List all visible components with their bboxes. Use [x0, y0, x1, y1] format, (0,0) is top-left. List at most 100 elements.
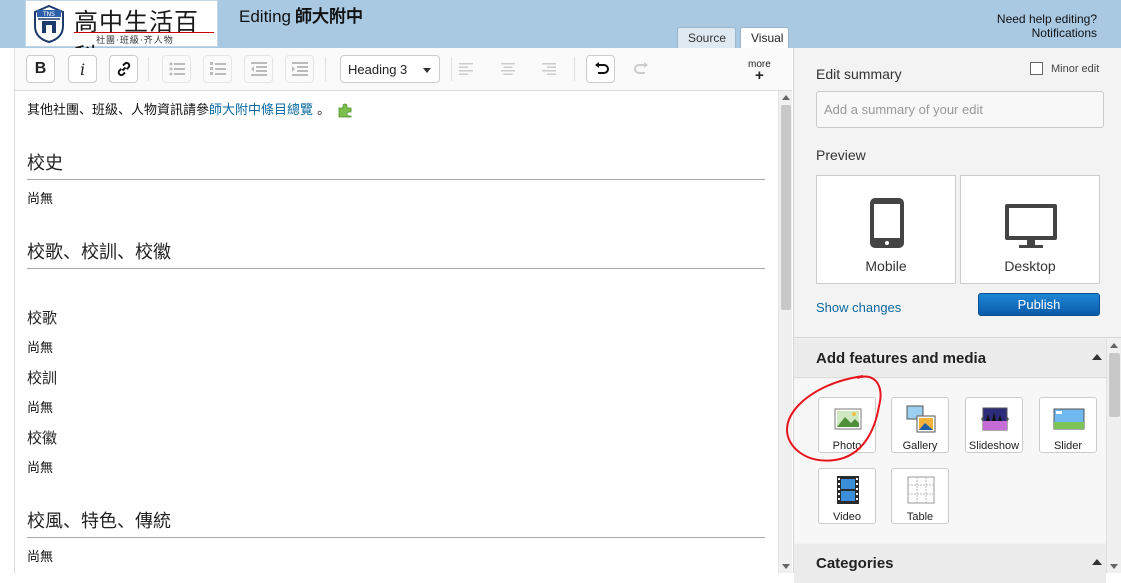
gallery-icon [906, 405, 936, 433]
video-label: Video [833, 511, 861, 523]
section-heading: 校史 [27, 149, 765, 180]
school-crest-icon: TNS [34, 4, 64, 44]
edit-sidebar: Edit summary Minor edit Add a summary of… [793, 48, 1121, 583]
redo-icon [633, 62, 648, 74]
collapse-icon[interactable] [1092, 354, 1102, 360]
slideshow-label: Slideshow [968, 440, 1020, 452]
help-editing-link[interactable]: Need help editing? [997, 12, 1097, 26]
svg-text:TNS: TNS [42, 11, 55, 18]
intro-text: 其他社團、班級、人物資訊請參 [27, 103, 210, 118]
minor-edit-checkbox[interactable] [1030, 62, 1043, 75]
features-media-title: Add features and media [816, 350, 987, 367]
link-button[interactable] [109, 55, 138, 83]
bold-label: B [34, 60, 47, 77]
help-links: Need help editing? Notifications [997, 12, 1097, 40]
bullet-list-icon [169, 62, 185, 76]
subsection-heading: 校歌 [27, 309, 58, 327]
subsection-text: 尚無 [27, 341, 54, 356]
section-heading: 校風、特色、傳統 [27, 507, 765, 538]
align-right-button[interactable] [534, 55, 563, 83]
sidebar-scrollbar[interactable] [1106, 339, 1121, 573]
italic-button[interactable]: i [68, 55, 97, 83]
show-changes-link[interactable]: Show changes [816, 300, 901, 315]
align-left-icon [458, 63, 473, 75]
collapse-icon[interactable] [1092, 559, 1102, 565]
scroll-down-icon[interactable] [782, 564, 790, 569]
undo-icon [594, 62, 609, 74]
section-text: 尚無 [27, 192, 54, 207]
subsection-text: 尚無 [27, 461, 54, 476]
logo-tagline: 社團·班級·齐人物 [96, 36, 174, 46]
subsection-heading: 校徽 [27, 429, 58, 447]
preview-label: Preview [816, 147, 866, 163]
outdent-button[interactable] [244, 55, 273, 83]
editing-prefix: Editing [239, 7, 291, 26]
editor-toolbar: B i Heading 3 more + [15, 48, 792, 91]
link-icon [117, 61, 130, 77]
overview-link[interactable]: 師大附中條目總覽 [209, 103, 313, 118]
numbered-list-icon [209, 62, 226, 75]
section-text: 尚無 [27, 550, 54, 565]
preview-desktop-button[interactable]: Desktop [960, 175, 1100, 284]
scrollbar-thumb[interactable] [781, 105, 791, 310]
numbered-list-button[interactable] [203, 55, 232, 83]
table-icon [907, 476, 935, 504]
desktop-icon [1005, 204, 1057, 248]
table-button[interactable]: Table [891, 468, 949, 524]
plus-icon: + [755, 67, 764, 84]
editor-panel: B i Heading 3 more + 其他社團、班級、人物資訊請參師大附中條… [14, 48, 792, 573]
align-right-icon [541, 63, 556, 75]
scroll-down-icon[interactable] [1110, 564, 1118, 569]
notifications-link[interactable]: Notifications [997, 26, 1097, 40]
sidebar-divider [794, 337, 1121, 338]
gallery-label: Gallery [902, 440, 938, 452]
slideshow-button[interactable]: Slideshow [965, 397, 1023, 453]
editing-title: Editing 師大附中 [239, 2, 363, 27]
toolbar-separator [148, 57, 149, 81]
scrollbar-thumb[interactable] [1109, 353, 1120, 417]
photo-button[interactable]: Photo [818, 397, 876, 453]
slider-button[interactable]: Slider [1039, 397, 1097, 453]
slider-icon [1053, 408, 1085, 430]
editor-scrollbar[interactable] [778, 91, 792, 573]
preview-mobile-button[interactable]: Mobile [816, 175, 956, 284]
scroll-up-icon[interactable] [782, 95, 790, 100]
page-name: 師大附中 [294, 7, 363, 27]
toolbar-separator [325, 57, 326, 81]
video-button[interactable]: Video [818, 468, 876, 524]
align-center-button[interactable] [493, 55, 522, 83]
toolbar-separator [574, 57, 575, 81]
undo-button[interactable] [586, 55, 615, 83]
gallery-button[interactable]: Gallery [891, 397, 949, 453]
publish-button[interactable]: Publish [978, 293, 1100, 316]
features-media-header[interactable]: Add features and media [794, 339, 1106, 378]
tab-visual[interactable]: Visual [740, 27, 789, 48]
slideshow-icon [981, 407, 1009, 431]
indent-button[interactable] [285, 55, 314, 83]
film-icon [837, 476, 859, 504]
bold-button[interactable]: B [26, 55, 55, 83]
align-center-icon [500, 63, 515, 75]
outdent-icon [250, 62, 267, 76]
wiki-logo[interactable]: TNS 高中生活百科 社團·班級·齐人物 [25, 0, 218, 71]
redo-button[interactable] [627, 55, 656, 83]
bullet-list-button[interactable] [162, 55, 191, 83]
editor-content[interactable]: 其他社團、班級、人物資訊請參師大附中條目總覽 。 校史 尚無 校歌、校訓、校徽 … [15, 91, 778, 573]
heading-format-value: Heading 3 [348, 62, 408, 77]
edit-summary-input[interactable]: Add a summary of your edit [816, 91, 1104, 128]
tab-source[interactable]: Source [677, 27, 736, 48]
preview-desktop-label: Desktop [1004, 258, 1056, 274]
scroll-up-icon[interactable] [1110, 343, 1118, 348]
top-header-bar: TNS 高中生活百科 社團·班級·齐人物 Editing師大附中 Need he… [0, 0, 1121, 71]
align-left-button[interactable] [451, 55, 480, 83]
puzzle-icon[interactable] [338, 103, 353, 118]
heading-format-select[interactable]: Heading 3 [340, 55, 440, 83]
indent-icon [291, 62, 308, 76]
more-button[interactable]: more + [748, 59, 771, 84]
intro-end: 。 [317, 103, 331, 118]
categories-header[interactable]: Categories [794, 544, 1106, 583]
photo-label: Photo [832, 440, 862, 452]
table-label: Table [906, 511, 934, 523]
media-button-grid: Photo Gallery Slideshow Slider Video Tab… [794, 379, 1106, 542]
minor-edit-option[interactable]: Minor edit [1030, 62, 1099, 75]
